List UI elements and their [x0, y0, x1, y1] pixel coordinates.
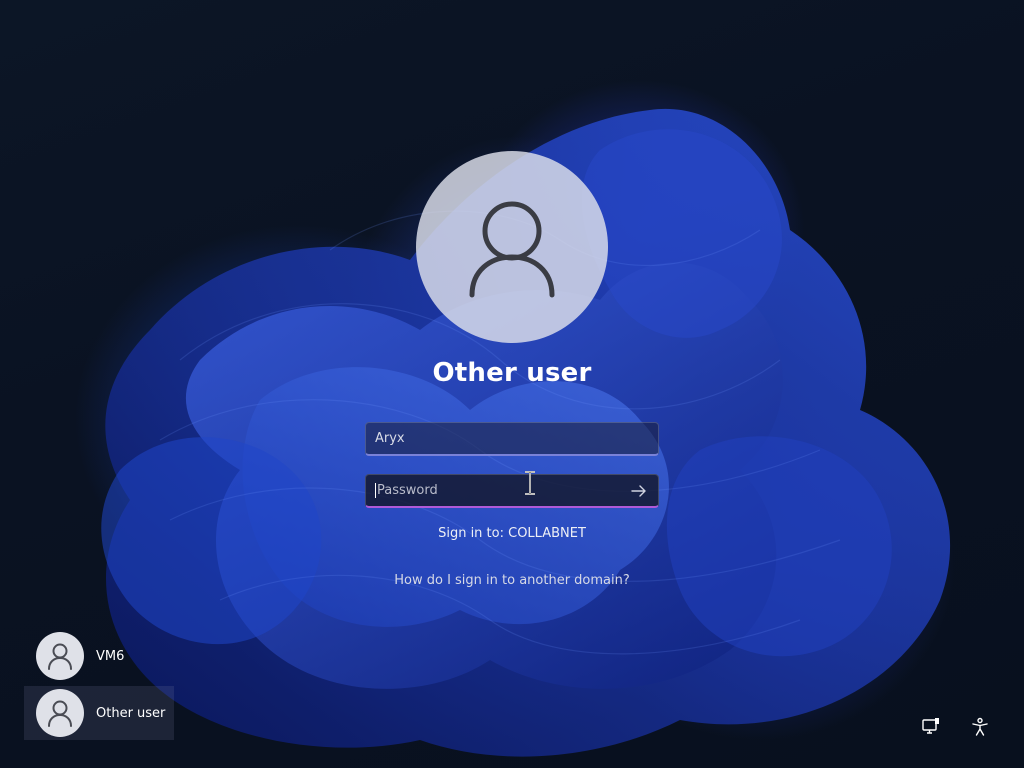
lock-screen: Other user Aryx Password Sign in to: COL…: [0, 0, 1024, 768]
accessibility-icon: [972, 717, 988, 736]
user-avatar: [416, 151, 608, 343]
person-icon: [48, 643, 72, 670]
person-icon: [469, 201, 555, 298]
arrow-right-icon: [631, 485, 646, 497]
mouse-cursor-ibeam: [525, 471, 535, 495]
avatar: [36, 689, 84, 737]
text-caret: [375, 483, 376, 498]
user-tile-name: VM6: [96, 648, 125, 664]
username-field[interactable]: Aryx: [365, 422, 659, 456]
network-icon: [922, 718, 939, 734]
user-tile-name: Other user: [96, 705, 166, 721]
avatar: [36, 632, 84, 680]
sign-in-domain-text: Sign in to: COLLABNET: [438, 526, 586, 541]
submit-button[interactable]: [628, 481, 650, 501]
person-icon: [48, 700, 72, 727]
network-button[interactable]: [920, 716, 942, 738]
user-tile-vm6[interactable]: VM6: [24, 629, 174, 683]
password-placeholder: Password: [377, 483, 438, 498]
password-field[interactable]: Password: [365, 474, 659, 508]
account-title: Other user: [432, 358, 592, 388]
other-domain-help-link[interactable]: How do I sign in to another domain?: [312, 573, 712, 588]
username-value: Aryx: [375, 431, 405, 446]
accessibility-button[interactable]: [969, 716, 991, 738]
user-tile-other-user[interactable]: Other user: [24, 686, 174, 740]
